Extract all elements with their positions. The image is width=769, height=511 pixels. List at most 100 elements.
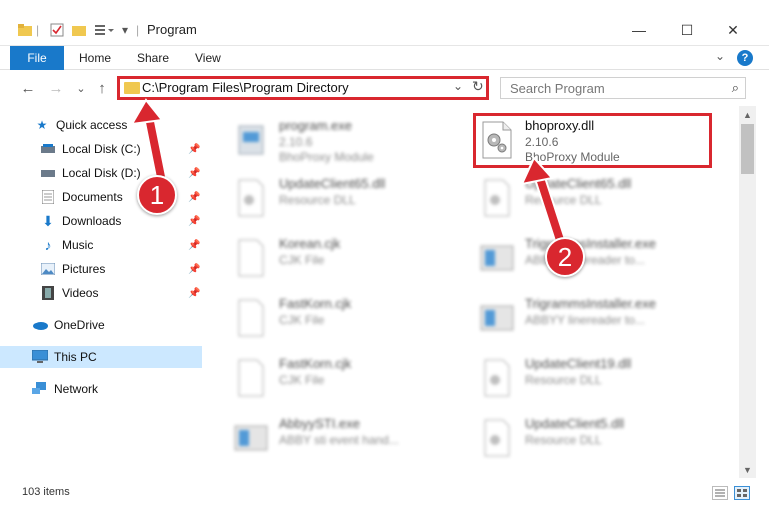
search-input[interactable]: Search Program ⌕ <box>500 77 746 99</box>
file-item[interactable]: FastKorn.cjk CJK File <box>233 354 483 406</box>
exe-file-icon <box>238 125 264 155</box>
file-name: TrigrammsInstaller.exe <box>525 296 656 311</box>
back-button[interactable]: ← <box>18 78 38 98</box>
properties-icon[interactable] <box>50 20 64 40</box>
highlight-box <box>473 113 712 168</box>
address-path[interactable]: C:\Program Files\Program Directory <box>142 80 349 95</box>
recent-locations-button[interactable]: ⌄ <box>71 78 91 98</box>
scroll-down-icon[interactable]: ▼ <box>739 461 756 478</box>
network-icon <box>32 381 48 397</box>
cloud-icon <box>32 317 48 333</box>
quick-access-dropdown-icon[interactable]: ▾ <box>122 20 128 40</box>
tab-share[interactable]: Share <box>137 46 169 70</box>
nav-videos[interactable]: Videos 📌 <box>0 282 202 304</box>
generic-file-icon <box>238 359 264 397</box>
nav-label: Quick access <box>56 118 128 132</box>
forward-button[interactable]: → <box>46 78 66 98</box>
maximize-button[interactable]: ☐ <box>672 18 702 42</box>
pin-icon[interactable]: 📌 <box>188 288 200 299</box>
nav-label: Local Disk (D:) <box>62 166 141 180</box>
vertical-scrollbar[interactable]: ▲ ▼ <box>739 106 756 478</box>
nav-quick-access[interactable]: ★ Quick access <box>0 114 202 136</box>
tab-home[interactable]: Home <box>79 46 111 70</box>
file-description: ABBY sti event hand... <box>279 433 399 447</box>
step-2-badge: 2 <box>545 237 585 277</box>
file-description: Resource DLL <box>525 193 602 207</box>
nav-label: Documents <box>62 190 123 204</box>
nav-label: OneDrive <box>54 318 105 332</box>
nav-onedrive[interactable]: OneDrive <box>0 314 202 336</box>
tab-file[interactable]: File <box>10 46 64 70</box>
address-dropdown-icon[interactable]: ⌄ <box>453 79 463 93</box>
file-name: UpdateClient65.dll <box>525 176 632 191</box>
nav-downloads[interactable]: ⬇ Downloads 📌 <box>0 210 202 232</box>
file-description: Resource DLL <box>279 193 356 207</box>
pin-icon[interactable]: 📌 <box>188 240 200 251</box>
status-bar: 103 items <box>0 478 769 511</box>
download-arrow-icon: ⬇ <box>42 212 54 229</box>
file-item[interactable]: AbbyySTI.exe ABBY sti event hand... <box>233 414 483 466</box>
nav-music[interactable]: ♪ Music 📌 <box>0 234 202 256</box>
nav-label: This PC <box>54 350 97 364</box>
dll-file-icon <box>484 419 510 457</box>
nav-local-disk-c[interactable]: Local Disk (C:) 📌 <box>0 138 202 160</box>
pin-icon[interactable]: 📌 <box>188 144 200 155</box>
star-icon: ★ <box>36 118 48 132</box>
file-description: BhoProxy Module <box>279 150 374 164</box>
navigation-pane: ★ Quick access Local Disk (C:) 📌 Local D… <box>0 106 205 478</box>
step-1-badge: 1 <box>137 175 177 215</box>
file-item[interactable]: FastKorn.cjk CJK File <box>233 294 483 346</box>
file-item[interactable]: program.exe 2.10.6 BhoProxy Module <box>233 116 483 168</box>
expand-ribbon-icon[interactable]: ⌄ <box>715 49 725 63</box>
generic-file-icon <box>238 299 264 337</box>
customize-icon[interactable] <box>94 20 116 40</box>
drive-icon <box>40 165 56 181</box>
nav-label: Local Disk (C:) <box>62 142 141 156</box>
tab-view[interactable]: View <box>195 46 221 70</box>
file-item[interactable]: UpdateClient5.dll Resource DLL <box>479 414 729 466</box>
pin-icon[interactable]: 📌 <box>188 216 200 227</box>
separator: | <box>136 23 140 37</box>
file-name: program.exe <box>279 118 352 133</box>
folder-icon <box>124 82 140 94</box>
nav-this-pc[interactable]: This PC <box>0 346 202 368</box>
file-name: Korean.cjk <box>279 236 341 251</box>
up-button[interactable]: ↑ <box>92 78 112 98</box>
file-item[interactable]: TrigrammsInstaller.exe ABBYY linereader … <box>479 294 729 346</box>
dll-file-icon <box>484 179 510 217</box>
item-count: 103 items <box>22 486 70 498</box>
new-folder-icon[interactable] <box>72 20 86 40</box>
search-icon[interactable]: ⌕ <box>732 80 739 96</box>
exe-file-icon <box>480 245 514 271</box>
drive-icon <box>40 141 56 157</box>
navigation-bar: ← → ⌄ ↑ C:\Program Files\Program Directo… <box>0 70 769 106</box>
computer-icon <box>32 349 48 365</box>
close-button[interactable]: ✕ <box>718 18 748 42</box>
minimize-button[interactable]: — <box>624 18 654 42</box>
music-note-icon: ♪ <box>44 237 52 253</box>
scroll-up-icon[interactable]: ▲ <box>739 106 756 123</box>
refresh-button[interactable]: ↻ <box>472 78 484 95</box>
nav-pictures[interactable]: Pictures 📌 <box>0 258 202 280</box>
pin-icon[interactable]: 📌 <box>188 192 200 203</box>
details-view-icon[interactable] <box>712 486 728 500</box>
pin-icon[interactable]: 📌 <box>188 264 200 275</box>
file-item[interactable]: UpdateClient65.dll Resource DLL <box>233 174 483 226</box>
nav-label: Pictures <box>62 262 106 276</box>
file-name: FastKorn.cjk <box>279 356 352 371</box>
nav-label: Downloads <box>62 214 122 228</box>
dll-file-icon <box>484 359 510 397</box>
help-icon[interactable]: ? <box>737 50 753 66</box>
large-icons-view-icon[interactable] <box>734 486 750 500</box>
dll-file-icon <box>238 179 264 217</box>
file-item[interactable]: Korean.cjk CJK File <box>233 234 483 286</box>
file-item[interactable]: UpdateClient65.dll Resource DLL <box>479 174 729 226</box>
nav-network[interactable]: Network <box>0 378 202 400</box>
scroll-thumb[interactable] <box>741 124 754 174</box>
file-name: UpdateClient5.dll <box>525 416 625 431</box>
pin-icon[interactable]: 📌 <box>188 168 200 179</box>
window-title: Program <box>147 22 197 37</box>
address-bar[interactable]: C:\Program Files\Program Directory ⌄ ↻ <box>117 76 489 100</box>
file-item[interactable]: UpdateClient19.dll Resource DLL <box>479 354 729 406</box>
file-item[interactable]: TrigrammsInstaller.exe ABBYY linereader … <box>479 234 729 286</box>
